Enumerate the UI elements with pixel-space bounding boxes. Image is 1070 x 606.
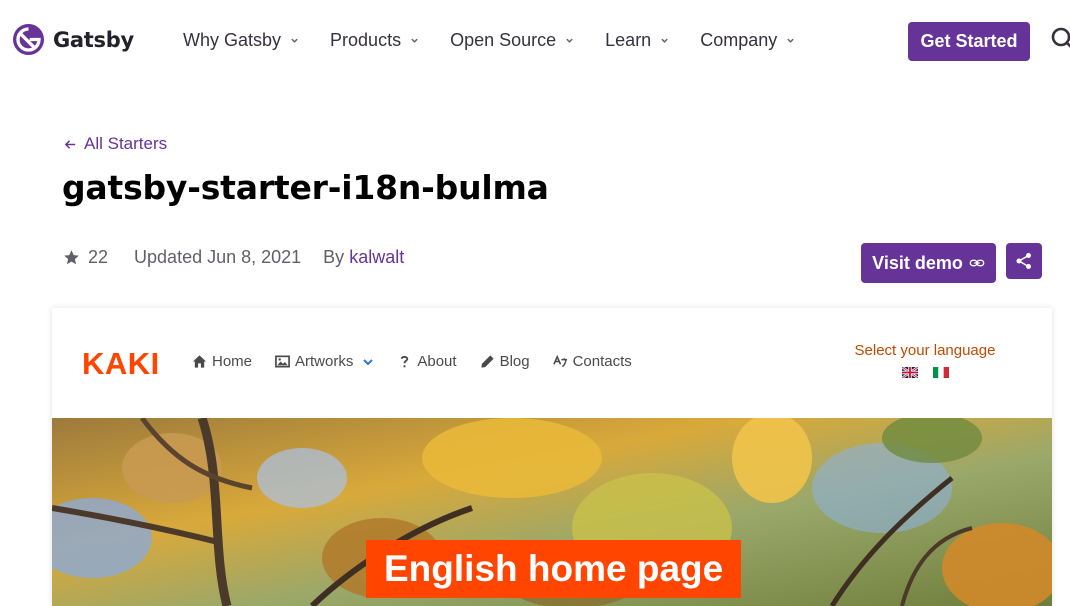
get-started-button[interactable]: Get Started bbox=[908, 22, 1030, 61]
visit-demo-button[interactable]: Visit demo bbox=[861, 243, 996, 283]
italy-flag-icon bbox=[932, 367, 949, 378]
menu-why-gatsby[interactable]: Why Gatsby bbox=[183, 30, 299, 51]
language-label: Select your language bbox=[854, 342, 996, 359]
page-title: gatsby-starter-i18n-bulma bbox=[62, 168, 549, 207]
starter-meta: 22 Updated Jun 8, 2021 By kalwalt bbox=[63, 247, 404, 268]
uk-flag-icon bbox=[901, 367, 918, 378]
gatsby-logo[interactable]: Gatsby bbox=[13, 24, 134, 55]
preview-menu-label: Contacts bbox=[572, 353, 632, 370]
chevron-down-icon bbox=[787, 38, 794, 43]
visit-demo-label: Visit demo bbox=[872, 252, 963, 273]
hero-title: English home page bbox=[366, 540, 742, 598]
gatsby-logo-icon bbox=[13, 24, 44, 55]
menu-label: Why Gatsby bbox=[183, 30, 282, 50]
link-icon bbox=[969, 259, 985, 267]
question-icon bbox=[401, 356, 409, 368]
all-starters-link[interactable]: All Starters bbox=[64, 134, 167, 154]
starter-screenshot: KAKI Home Artworks About Blog Contacts S… bbox=[52, 308, 1052, 606]
menu-company[interactable]: Company bbox=[700, 30, 795, 51]
menu-learn[interactable]: Learn bbox=[605, 30, 669, 51]
updated-date: Updated Jun 8, 2021 bbox=[134, 247, 302, 267]
preview-menu-about: About bbox=[397, 353, 457, 370]
preview-menu-blog: Blog bbox=[480, 353, 530, 370]
chevron-down-icon bbox=[363, 358, 374, 365]
share-icon bbox=[1016, 253, 1031, 269]
star-icon bbox=[64, 250, 79, 265]
preview-navbar: KAKI Home Artworks About Blog Contacts S… bbox=[52, 308, 1052, 418]
preview-menu-label: Artworks bbox=[295, 353, 354, 370]
preview-menu-label: Home bbox=[212, 353, 253, 370]
arrow-left-icon bbox=[64, 139, 76, 149]
brand-name: Gatsby bbox=[53, 27, 134, 52]
language-flags bbox=[842, 367, 1008, 378]
menu-label: Products bbox=[330, 30, 402, 50]
star-count: 22 bbox=[88, 247, 109, 267]
menu-label: Open Source bbox=[450, 30, 557, 50]
preview-menu-label: Blog bbox=[499, 353, 530, 370]
language-icon bbox=[552, 354, 567, 368]
preview-menu-contacts: Contacts bbox=[552, 353, 632, 370]
pencil-icon bbox=[480, 355, 494, 368]
site-header: Gatsby Why Gatsby Products Open Source L… bbox=[0, 0, 1070, 82]
chevron-down-icon bbox=[411, 38, 418, 43]
menu-products[interactable]: Products bbox=[330, 30, 419, 51]
preview-menu-artworks: Artworks bbox=[275, 353, 374, 370]
image-icon bbox=[275, 355, 290, 368]
chevron-down-icon bbox=[661, 38, 668, 43]
home-icon bbox=[192, 355, 207, 368]
kaki-logo: KAKI bbox=[82, 346, 160, 381]
main-menu: Why Gatsby Products Open Source Learn Co… bbox=[183, 30, 826, 51]
chevron-down-icon bbox=[566, 38, 573, 43]
menu-label: Learn bbox=[605, 30, 652, 50]
preview-menu: Home Artworks About Blog Contacts bbox=[192, 353, 655, 370]
preview-menu-label: About bbox=[417, 353, 457, 370]
chevron-down-icon bbox=[291, 38, 298, 43]
author-link[interactable]: kalwalt bbox=[349, 247, 404, 268]
share-button[interactable] bbox=[1006, 243, 1042, 279]
menu-label: Company bbox=[700, 30, 778, 50]
language-selector: Select your language bbox=[842, 342, 1008, 378]
search-icon[interactable] bbox=[1050, 26, 1070, 54]
hero-banner: English home page bbox=[52, 418, 1052, 606]
preview-menu-home: Home bbox=[192, 353, 252, 370]
back-label: All Starters bbox=[84, 134, 168, 153]
by-label: By bbox=[323, 247, 345, 267]
menu-open-source[interactable]: Open Source bbox=[450, 30, 574, 51]
